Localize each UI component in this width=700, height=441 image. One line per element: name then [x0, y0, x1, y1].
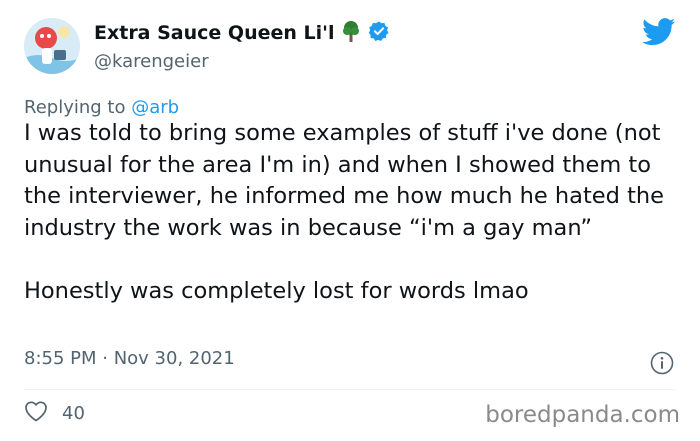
- verified-badge-icon: [368, 20, 390, 46]
- watermark: boredpanda.com: [485, 402, 680, 428]
- divider: [24, 389, 676, 390]
- info-icon[interactable]: [650, 351, 674, 375]
- tweet-timestamp[interactable]: 8:55 PM · Nov 30, 2021: [24, 348, 235, 369]
- like-count: 40: [62, 402, 85, 424]
- replying-to: Replying to @arb: [24, 97, 179, 118]
- tweet-text: I was told to bring some examples of stu…: [24, 120, 664, 304]
- user-handle[interactable]: @karengeier: [94, 51, 209, 72]
- like-button[interactable]: 40: [24, 400, 85, 426]
- tree-icon: [341, 20, 361, 46]
- display-name[interactable]: Extra Sauce Queen Li'l: [94, 22, 334, 44]
- twitter-logo-icon[interactable]: [642, 18, 676, 46]
- user-name-row: Extra Sauce Queen Li'l: [94, 20, 390, 46]
- reply-mention-link[interactable]: @arb: [131, 97, 179, 118]
- avatar[interactable]: [24, 18, 80, 74]
- replying-prefix: Replying to: [24, 97, 126, 118]
- heart-icon: [24, 400, 48, 426]
